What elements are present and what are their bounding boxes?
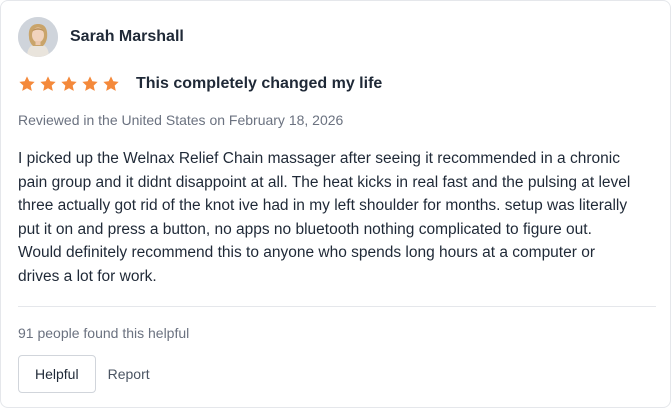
star-icon (40, 76, 56, 91)
reviewer-name: Sarah Marshall (70, 28, 184, 45)
star-icon (19, 76, 35, 91)
helpful-count: 91 people found this helpful (18, 325, 190, 341)
report-button[interactable]: Report (108, 366, 150, 382)
divider (18, 306, 656, 307)
avatar (18, 17, 58, 57)
star-rating (18, 75, 120, 93)
review-card: Sarah Marshall This completely changed m… (0, 0, 671, 408)
reviewer-header: Sarah Marshall (18, 17, 184, 57)
review-actions: Helpful Report (18, 355, 150, 393)
helpful-button[interactable]: Helpful (18, 355, 96, 393)
review-meta: Reviewed in the United States on Februar… (18, 112, 344, 128)
review-body: I picked up the Welnax Relief Chain mass… (18, 150, 631, 285)
rating-row: This completely changed my life (18, 75, 382, 93)
avatar-image (18, 17, 58, 57)
star-icon (61, 76, 77, 91)
star-icon (103, 76, 119, 91)
star-icon (82, 76, 98, 91)
review-title: This completely changed my life (136, 75, 383, 92)
